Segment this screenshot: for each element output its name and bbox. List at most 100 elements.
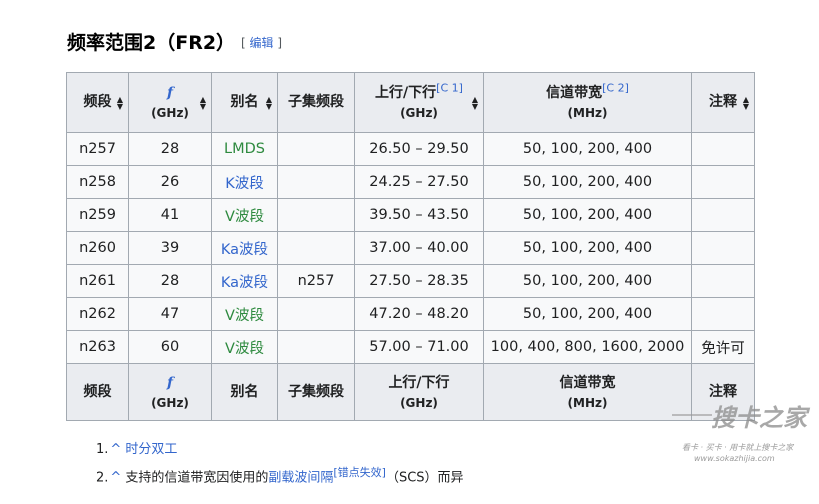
- cell-alias[interactable]: V波段: [211, 198, 278, 232]
- cell-subset: [277, 231, 355, 265]
- foot-band: 频段: [66, 363, 129, 421]
- col-frequency[interactable]: f (GHz) ▲ ▼: [128, 72, 212, 133]
- foot-alias: 别名: [211, 363, 278, 421]
- cell-subset: [277, 297, 355, 331]
- sort-icon[interactable]: ▲ ▼: [117, 95, 123, 110]
- cell-notes: 免许可: [691, 330, 755, 364]
- cell-alias[interactable]: Ka波段: [211, 231, 278, 265]
- dead-link-tag[interactable]: [错点失效]: [333, 466, 386, 479]
- watermark: 搜卡之家 看卡 · 买卡 · 用卡就上搜卡之家 www.sokazhijia.c…: [672, 398, 819, 463]
- watermark-logo: 搜卡之家: [711, 403, 807, 432]
- cell-updown: 37.00 – 40.00: [354, 231, 484, 265]
- cell-updown: 26.50 – 29.50: [354, 132, 484, 166]
- watermark-url: www.sokazhijia.com: [694, 454, 775, 463]
- updown-unit: (GHz): [400, 106, 438, 120]
- table-row: n258 26 K波段 24.25 – 27.50 50, 100, 200, 400: [66, 165, 755, 199]
- cell-notes: [691, 132, 755, 166]
- col-notes[interactable]: 注释 ▲ ▼: [691, 72, 755, 133]
- cell-band: n260: [66, 231, 129, 265]
- cell-alias[interactable]: V波段: [211, 330, 278, 364]
- cell-bandwidth: 50, 100, 200, 400: [483, 297, 692, 331]
- sort-icon[interactable]: ▲ ▼: [200, 95, 206, 110]
- cell-notes: [691, 297, 755, 331]
- cell-bandwidth: 50, 100, 200, 400: [483, 198, 692, 232]
- cell-band: n262: [66, 297, 129, 331]
- footer-row: 频段 f (GHz) 别名 子集频段 上行/下行 (GHz) 信道带宽 (MHz) 注…: [66, 363, 755, 421]
- cell-subset: [277, 132, 355, 166]
- table-row: n261 28 Ka波段 n257 27.50 – 28.35 50, 100, 200,…: [66, 264, 755, 298]
- cell-updown: 57.00 – 71.00: [354, 330, 484, 364]
- fr2-band-table: 频段 ▲ ▼ f (GHz) ▲ ▼ 别名 ▲ ▼ 子集频段 上行/下行[C 1] (GHz) ▲…: [66, 72, 755, 421]
- backref-caret[interactable]: ^: [110, 470, 121, 485]
- scs-link[interactable]: 副载波间隔: [268, 470, 333, 485]
- cell-notes: [691, 264, 755, 298]
- cell-alias[interactable]: LMDS: [211, 132, 278, 166]
- table-row: n262 47 V波段 47.20 – 48.20 50, 100, 200, 400: [66, 297, 755, 331]
- foot-freq-symbol[interactable]: f: [167, 375, 173, 391]
- footnote-2: 2. ^ 支持的信道带宽因使用的副载波间隔[错点失效]（SCS）而异: [96, 466, 464, 486]
- watermark-tagline: 看卡 · 买卡 · 用卡就上搜卡之家: [682, 443, 794, 452]
- table-row: n257 28 LMDS 26.50 – 29.50 50, 100, 200, 400: [66, 132, 755, 166]
- bandwidth-unit: (MHz): [567, 106, 608, 120]
- cell-subset: [277, 198, 355, 232]
- cell-band: n263: [66, 330, 129, 364]
- col-subset: 子集频段: [277, 72, 355, 133]
- cell-frequency: 47: [128, 297, 212, 331]
- footnote-text[interactable]: 时分双工: [125, 442, 177, 457]
- cell-updown: 39.50 – 43.50: [354, 198, 484, 232]
- cell-bandwidth: 50, 100, 200, 400: [483, 165, 692, 199]
- foot-frequency: f (GHz): [128, 363, 212, 421]
- cell-alias[interactable]: V波段: [211, 297, 278, 331]
- col-alias[interactable]: 别名 ▲ ▼: [211, 72, 278, 133]
- foot-bandwidth: 信道带宽 (MHz): [483, 363, 692, 421]
- cell-notes: [691, 165, 755, 199]
- sort-icon[interactable]: ▲ ▼: [472, 95, 478, 110]
- cell-bandwidth: 50, 100, 200, 400: [483, 231, 692, 265]
- cell-bandwidth: 50, 100, 200, 400: [483, 264, 692, 298]
- cell-bandwidth: 100, 400, 800, 1600, 2000: [483, 330, 692, 364]
- freq-symbol[interactable]: f: [167, 85, 173, 101]
- bandwidth-ref[interactable]: [C 2]: [602, 81, 629, 94]
- cell-frequency: 26: [128, 165, 212, 199]
- cell-subset: [277, 165, 355, 199]
- sort-icon[interactable]: ▲ ▼: [266, 95, 272, 110]
- foot-freq-unit: (GHz): [151, 395, 189, 410]
- cell-alias[interactable]: Ka波段: [211, 264, 278, 298]
- foot-bandwidth-unit: (MHz): [567, 395, 608, 410]
- cell-bandwidth: 50, 100, 200, 400: [483, 132, 692, 166]
- cell-alias[interactable]: K波段: [211, 165, 278, 199]
- col-updown[interactable]: 上行/下行[C 1] (GHz) ▲ ▼: [354, 72, 484, 133]
- cell-subset: n257: [277, 264, 355, 298]
- foot-updown-unit: (GHz): [400, 395, 438, 410]
- cell-band: n259: [66, 198, 129, 232]
- cell-frequency: 41: [128, 198, 212, 232]
- freq-unit: (GHz): [151, 106, 189, 120]
- cell-notes: [691, 198, 755, 232]
- col-bandwidth: 信道带宽[C 2] (MHz): [483, 72, 692, 133]
- foot-subset: 子集频段: [277, 363, 355, 421]
- table-row: n263 60 V波段 57.00 – 71.00 100, 400, 800, 160…: [66, 330, 755, 364]
- cell-notes: [691, 231, 755, 265]
- cell-band: n257: [66, 132, 129, 166]
- cell-updown: 24.25 – 27.50: [354, 165, 484, 199]
- table-row: n259 41 V波段 39.50 – 43.50 50, 100, 200, 400: [66, 198, 755, 232]
- backref-caret[interactable]: ^: [110, 442, 121, 457]
- cell-frequency: 39: [128, 231, 212, 265]
- cell-frequency: 28: [128, 264, 212, 298]
- foot-updown: 上行/下行 (GHz): [354, 363, 484, 421]
- table-row: n260 39 Ka波段 37.00 – 40.00 50, 100, 200, 400: [66, 231, 755, 265]
- footnotes: 1. ^ 时分双工 2. ^ 支持的信道带宽因使用的副载波间隔[错点失效]（SCS）而异: [96, 438, 464, 490]
- section-title: 频率范围2（FR2）: [67, 32, 236, 54]
- cell-frequency: 60: [128, 330, 212, 364]
- cell-band: n261: [66, 264, 129, 298]
- header-row: 频段 ▲ ▼ f (GHz) ▲ ▼ 别名 ▲ ▼ 子集频段 上行/下行[C 1] (GHz) ▲…: [66, 72, 755, 133]
- col-band[interactable]: 频段 ▲ ▼: [66, 72, 129, 133]
- cell-updown: 47.20 – 48.20: [354, 297, 484, 331]
- footnote-1: 1. ^ 时分双工: [96, 442, 178, 457]
- cell-subset: [277, 330, 355, 364]
- edit-link-wrapper: [ 编辑 ]: [241, 36, 283, 50]
- updown-ref[interactable]: [C 1]: [436, 81, 463, 94]
- sort-icon[interactable]: ▲ ▼: [743, 95, 749, 110]
- cell-frequency: 28: [128, 132, 212, 166]
- edit-link[interactable]: 编辑: [250, 36, 274, 50]
